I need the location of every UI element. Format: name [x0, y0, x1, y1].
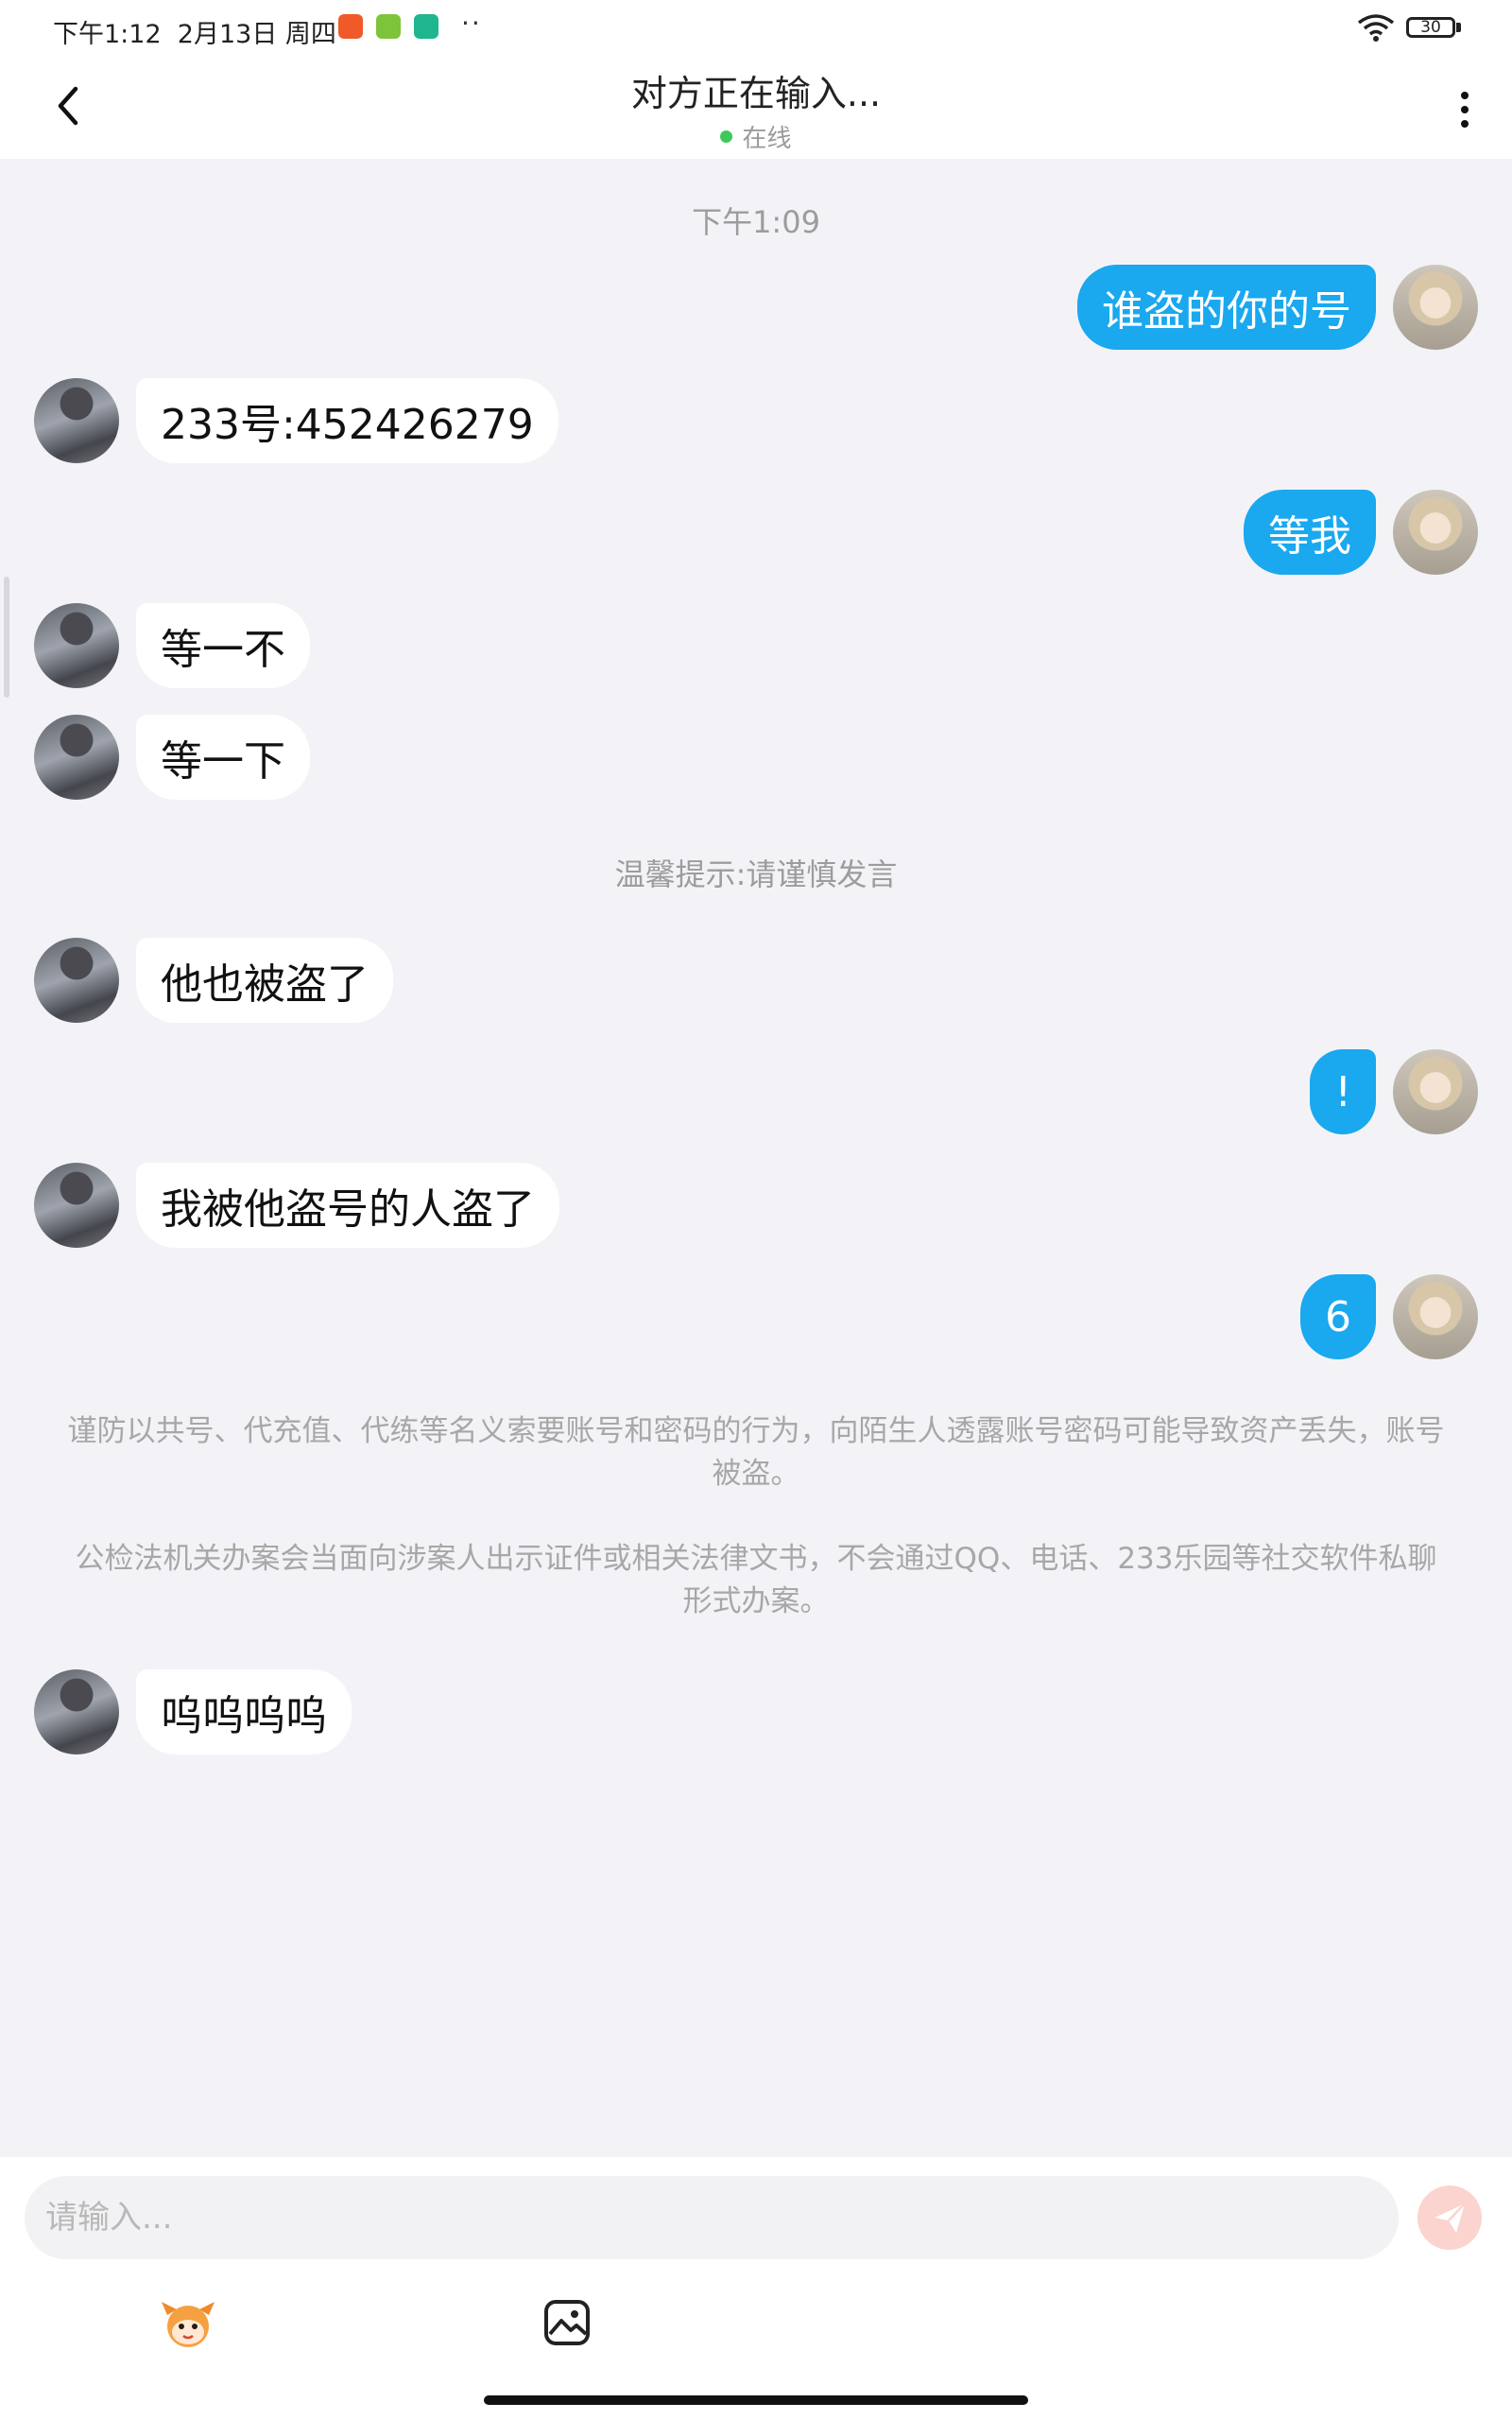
outgoing-message[interactable]: 等我	[1244, 490, 1376, 575]
online-status: 在线	[0, 119, 1512, 154]
more-dot	[1461, 106, 1469, 113]
battery-tip	[1456, 23, 1461, 32]
incoming-message[interactable]: 等一不	[136, 603, 310, 688]
incoming-message[interactable]: 呜呜呜呜	[136, 1669, 352, 1754]
my-avatar[interactable]	[1393, 265, 1478, 350]
emoji-icon	[162, 2302, 215, 2347]
warm-tip: 温馨提示:请谨慎发言	[614, 856, 898, 892]
online-status-label: 在线	[742, 125, 792, 153]
more-notifications-dots: ··	[461, 8, 482, 39]
message-timestamp: 下午1:09	[692, 204, 820, 240]
contact-avatar[interactable]	[34, 938, 119, 1023]
emoji-button[interactable]	[155, 2290, 221, 2356]
battery-icon: 30	[1406, 17, 1455, 38]
outgoing-message[interactable]: 6	[1300, 1274, 1376, 1359]
input-bar	[0, 2157, 1512, 2420]
police-warning-notice: 公检法机关办案会当面向涉案人出示证件或相关法律文书，不会通过QQ、电话、233乐…	[75, 1542, 1437, 1618]
security-app-icon	[414, 14, 438, 39]
notification-app-icon	[338, 14, 363, 39]
download-app-icon	[376, 14, 401, 39]
incoming-message[interactable]: 233号:452426279	[136, 378, 558, 463]
message-input[interactable]	[25, 2176, 1399, 2259]
contact-avatar[interactable]	[34, 378, 119, 463]
status-time-date: 下午1:12 2月13日 周四	[53, 20, 336, 49]
scroll-indicator[interactable]	[4, 577, 9, 698]
image-icon	[544, 2300, 590, 2345]
fraud-warning-notice: 谨防以共号、代充值、代练等名义索要账号和密码的行为，向陌生人透露账号密码可能导致…	[67, 1414, 1445, 1491]
incoming-message[interactable]: 他也被盗了	[136, 938, 393, 1023]
status-bar: 下午1:12 2月13日 周四 ·· 30	[0, 0, 1512, 59]
wifi-icon	[1357, 14, 1395, 42]
outgoing-message[interactable]: 谁盗的你的号	[1077, 265, 1376, 350]
contact-avatar[interactable]	[34, 603, 119, 688]
more-options-button[interactable]	[1446, 79, 1484, 140]
incoming-message[interactable]: 等一下	[136, 715, 310, 800]
home-indicator[interactable]	[484, 2395, 1028, 2405]
online-dot-icon	[720, 130, 733, 143]
contact-avatar[interactable]	[34, 1669, 119, 1754]
send-button[interactable]	[1418, 2186, 1482, 2250]
image-button[interactable]	[534, 2290, 600, 2356]
more-dot	[1461, 120, 1469, 128]
my-avatar[interactable]	[1393, 1049, 1478, 1134]
contact-avatar[interactable]	[34, 1163, 119, 1248]
contact-avatar[interactable]	[34, 715, 119, 800]
more-vertical-icon	[1461, 92, 1469, 99]
chat-header: 对方正在输入... 在线	[0, 59, 1512, 159]
chat-title: 对方正在输入...	[630, 73, 882, 114]
outgoing-message[interactable]: !	[1310, 1049, 1376, 1134]
incoming-message[interactable]: 我被他盗号的人盗了	[136, 1163, 559, 1248]
my-avatar[interactable]	[1393, 1274, 1478, 1359]
send-icon	[1435, 2203, 1466, 2233]
my-avatar[interactable]	[1393, 490, 1478, 575]
